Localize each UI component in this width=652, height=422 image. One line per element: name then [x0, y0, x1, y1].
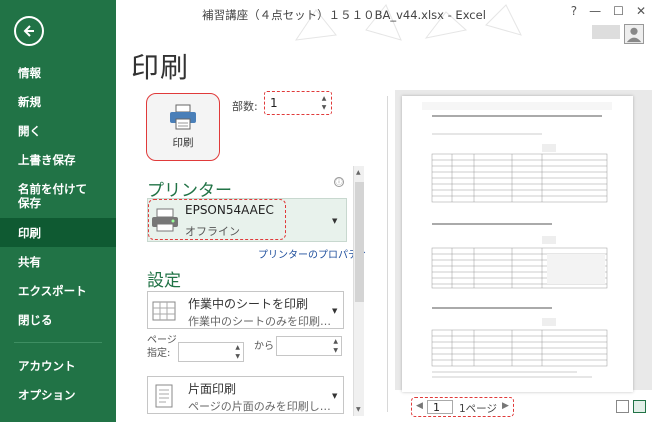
pages-to-spinner[interactable]: ▲ ▼ — [333, 337, 338, 355]
settings-heading: 設定 — [147, 271, 181, 291]
sidebar-item-print[interactable]: 印刷 — [0, 218, 116, 247]
print-preview-page — [402, 96, 633, 392]
panel-divider — [387, 96, 388, 412]
spin-down-icon[interactable]: ▼ — [320, 103, 328, 112]
print-button[interactable]: 印刷 — [146, 93, 220, 161]
page-total: 1ページ — [459, 403, 497, 415]
printer-properties-link[interactable]: プリンターのプロパティ — [258, 246, 367, 261]
print-what-main: 作業中のシートを印刷 — [188, 297, 309, 311]
preview-content-icon — [422, 102, 612, 378]
sidebar-item-new[interactable]: 新規 — [0, 87, 116, 116]
settings-scrollbar[interactable]: ▲ ▼ — [353, 166, 364, 416]
printer-icon — [170, 104, 196, 130]
sidebar-divider — [14, 342, 102, 343]
print-what-sub: 作業中のシートのみを印刷… — [188, 315, 331, 328]
save-as-label: 名前を付けて保存 — [18, 182, 87, 210]
chevron-down-icon[interactable]: ▼ — [332, 217, 337, 225]
print-button-label: 印刷 — [172, 137, 194, 149]
sidebar-item-close[interactable]: 閉じる — [0, 305, 116, 334]
title-bar: 補習講座（４点セット）１５１０BA_v44.xlsx - Excel ? — ☐… — [116, 0, 652, 41]
info-icon[interactable]: ⓘ — [334, 177, 344, 187]
next-page-icon[interactable]: ▶ — [502, 401, 509, 411]
pages-label: ページ指定: — [147, 335, 177, 359]
back-button[interactable] — [14, 16, 44, 46]
print-sides-select[interactable]: 片面印刷 ページの片面のみを印刷し… ▼ — [147, 376, 344, 414]
user-icon — [626, 27, 642, 43]
minimize-button[interactable]: — — [589, 4, 601, 18]
show-margins-icon[interactable] — [616, 400, 629, 413]
chevron-down-icon[interactable]: ▼ — [332, 307, 337, 315]
scroll-up-icon[interactable]: ▲ — [356, 169, 361, 176]
single-sided-icon — [155, 384, 173, 408]
copies-spinner[interactable]: ▲ ▼ — [320, 94, 328, 112]
zoom-to-page-icon[interactable] — [633, 400, 646, 413]
copies-value: 1 — [270, 96, 278, 110]
current-page-input[interactable]: 1 — [427, 400, 453, 414]
pages-from-spinner[interactable]: ▲ ▼ — [235, 343, 240, 361]
sidebar-nav: 情報 新規 開く 上書き保存 名前を付けて保存 印刷 共有 エクスポート 閉じる… — [0, 58, 116, 409]
copies-stepper[interactable]: 1 ▲ ▼ — [264, 91, 332, 115]
print-what-select[interactable]: 作業中のシートを印刷 作業中のシートのみを印刷… ▼ — [147, 291, 344, 329]
avatar[interactable] — [624, 24, 644, 44]
sidebar-item-open[interactable]: 開く — [0, 116, 116, 145]
sidebar-item-options[interactable]: オプション — [0, 380, 116, 409]
backstage-sidebar: 情報 新規 開く 上書き保存 名前を付けて保存 印刷 共有 エクスポート 閉じる… — [0, 0, 116, 422]
scroll-thumb[interactable] — [355, 182, 364, 302]
window-controls: ? — ☐ ✕ — [571, 4, 646, 18]
sidebar-item-save[interactable]: 上書き保存 — [0, 145, 116, 174]
page-title: 印刷 — [131, 51, 190, 84]
prev-page-icon[interactable]: ◀ — [416, 401, 423, 411]
account-dropdown[interactable] — [592, 25, 620, 39]
pages-from-input[interactable]: ▲ ▼ — [178, 342, 244, 362]
sidebar-item-info[interactable]: 情報 — [0, 58, 116, 87]
scroll-down-icon[interactable]: ▼ — [356, 406, 361, 413]
sidebar-item-save-as[interactable]: 名前を付けて保存 — [0, 174, 116, 218]
pages-to-label: から — [254, 341, 274, 352]
pages-to-input[interactable]: ▲ ▼ — [276, 336, 342, 356]
spin-up-icon[interactable]: ▲ — [320, 94, 328, 103]
help-button[interactable]: ? — [571, 4, 577, 18]
page-navigator: ◀ 1 1ページ ▶ — [411, 397, 514, 417]
print-sides-sub: ページの片面のみを印刷し… — [188, 400, 331, 413]
sidebar-item-account[interactable]: アカウント — [0, 351, 116, 380]
print-sides-main: 片面印刷 — [188, 382, 237, 396]
sidebar-item-export[interactable]: エクスポート — [0, 276, 116, 305]
printer-highlight — [148, 199, 286, 240]
chevron-down-icon[interactable]: ▼ — [332, 392, 337, 400]
sidebar-item-share[interactable]: 共有 — [0, 247, 116, 276]
restore-button[interactable]: ☐ — [613, 4, 624, 18]
close-button[interactable]: ✕ — [636, 4, 646, 18]
back-arrow-icon — [23, 25, 34, 37]
sheet-grid-icon — [152, 301, 176, 321]
copies-label: 部数: — [232, 100, 258, 113]
